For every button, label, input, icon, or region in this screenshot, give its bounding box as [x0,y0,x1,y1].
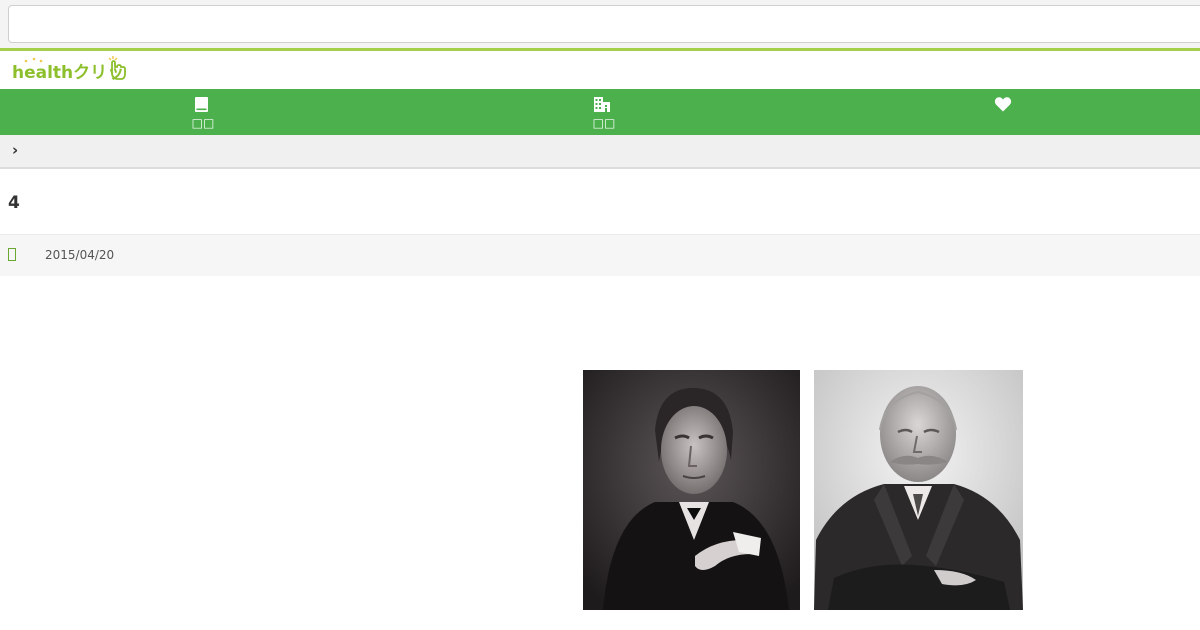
portrait-image-2 [814,370,1023,610]
logo-sparkle [39,59,43,63]
nav-item-book[interactable]: □□ [0,89,400,135]
nav-item-building[interactable]: □□ [400,89,800,135]
url-bar-area [0,0,1200,48]
logo-sparkle [32,57,36,61]
heart-icon [994,97,1012,112]
site-header: healthクリック [0,51,1200,89]
nav-label: □□ [592,116,616,130]
building-icon [594,97,610,112]
url-input[interactable] [8,5,1200,43]
nav-label: □□ [191,116,215,130]
nav-item-favorites[interactable] [800,89,1200,135]
breadcrumb-separator[interactable]: › [12,140,18,160]
page-title: 4 [8,193,20,213]
logo-text: healthクリック [12,63,126,83]
logo-sparkle [24,59,28,63]
article-date: 2015/04/20 [45,248,115,262]
site-logo[interactable]: healthクリック [12,54,126,84]
book-icon [195,97,208,112]
main-nav: □□ □□ [0,89,1200,135]
portrait-image-1 [583,370,800,610]
calendar-icon [8,248,16,261]
breadcrumb: › [0,135,1200,169]
article-meta: 2015/04/20 [0,234,1200,276]
